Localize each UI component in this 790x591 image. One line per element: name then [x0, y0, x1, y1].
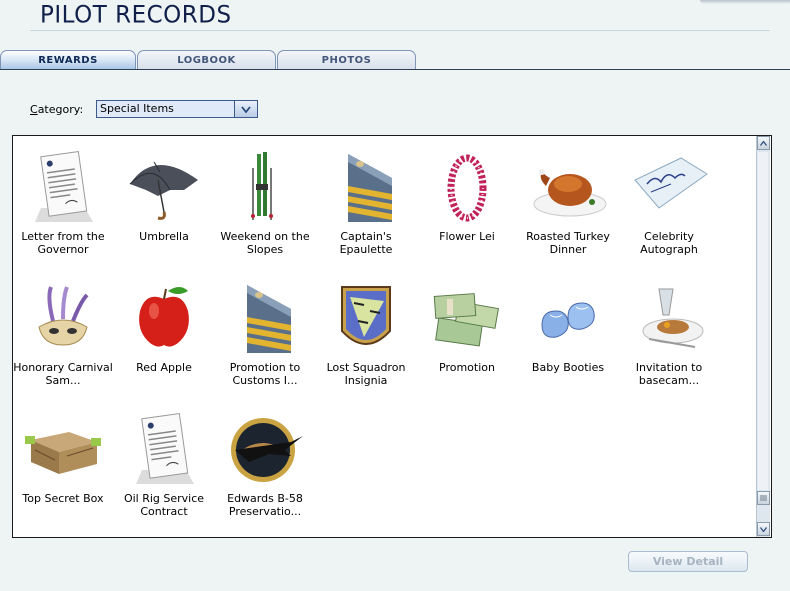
reward-item[interactable]: Letter from the Governor: [13, 150, 113, 256]
tab-logbook[interactable]: LOGBOOK: [137, 50, 276, 69]
reward-label: Baby Booties: [531, 361, 605, 374]
reward-label: Celebrity Autograph: [640, 230, 698, 256]
b58-badge-icon: [231, 418, 303, 482]
reward-label: Oil Rig Service Contract: [123, 492, 205, 518]
reward-item[interactable]: Roasted Turkey Dinner: [518, 150, 618, 256]
page-title: PILOT RECORDS: [40, 1, 232, 29]
reward-item[interactable]: Weekend on the Slopes: [215, 150, 315, 256]
reward-item[interactable]: Lost Squadron Insignia: [316, 281, 416, 387]
reward-item[interactable]: Promotion: [417, 281, 517, 374]
reward-item[interactable]: Honorary Carnival Sam...: [13, 281, 113, 387]
reward-label: Captain's Epaulette: [339, 230, 393, 256]
umbrella-icon: [129, 161, 198, 220]
crate-icon: [25, 432, 101, 474]
chevron-down-icon: [760, 526, 767, 532]
scroll-down-button[interactable]: [757, 522, 770, 536]
category-select[interactable]: Special Items: [96, 100, 258, 118]
tab-photos[interactable]: PHOTOS: [277, 50, 416, 69]
reward-label: Weekend on the Slopes: [220, 230, 310, 256]
reward-item[interactable]: Oil Rig Service Contract: [114, 412, 214, 518]
reward-item[interactable]: Invitation to basecam...: [619, 281, 719, 387]
skis-icon: [251, 152, 273, 220]
tab-bar: REWARDS LOGBOOK PHOTOS: [0, 50, 790, 70]
flower-lei-icon: [447, 154, 487, 222]
reward-item[interactable]: Red Apple: [114, 281, 214, 374]
epaulette-icon: [247, 285, 291, 353]
reward-label: Top Secret Box: [22, 492, 104, 505]
reward-label: Invitation to basecam...: [635, 361, 703, 387]
carnival-mask-icon: [38, 286, 89, 346]
autograph-icon: [634, 157, 708, 209]
grip-icon: [760, 495, 767, 501]
reward-item[interactable]: Flower Lei: [417, 150, 517, 243]
window-corner: [700, 0, 790, 4]
reward-label: Promotion to Customs I...: [229, 361, 301, 387]
reward-item[interactable]: Umbrella: [114, 150, 214, 243]
reward-item[interactable]: Edwards B-58 Preservatio...: [215, 412, 315, 518]
letter-icon: [35, 150, 93, 222]
reward-item[interactable]: Celebrity Autograph: [619, 150, 719, 256]
view-detail-button[interactable]: View Detail: [628, 551, 748, 572]
reward-label: Promotion: [439, 361, 495, 374]
reward-item[interactable]: Baby Booties: [518, 281, 618, 374]
scroll-up-button[interactable]: [757, 136, 770, 150]
dropdown-button[interactable]: [234, 101, 257, 117]
epaulette-icon: [348, 154, 392, 222]
vertical-scrollbar[interactable]: [756, 136, 770, 537]
tab-rewards[interactable]: REWARDS: [0, 50, 136, 69]
title-bar: PILOT RECORDS: [0, 0, 790, 31]
reward-label: Lost Squadron Insignia: [326, 361, 406, 387]
reward-label: Honorary Carnival Sam...: [13, 361, 113, 387]
reward-label: Roasted Turkey Dinner: [526, 230, 610, 256]
category-label: Category:: [30, 103, 84, 116]
letter-icon: [136, 412, 194, 484]
squadron-insignia-icon: [341, 286, 391, 345]
reward-label: Letter from the Governor: [21, 230, 105, 256]
scroll-thumb-bottom[interactable]: [757, 491, 770, 505]
reward-label: Edwards B-58 Preservatio...: [227, 492, 303, 518]
scroll-track[interactable]: [758, 152, 768, 490]
tab-underline: [0, 69, 790, 70]
reward-item[interactable]: Captain's Epaulette: [316, 150, 416, 256]
chevron-up-icon: [760, 140, 767, 146]
title-divider: [30, 30, 770, 31]
reward-item[interactable]: Promotion to Customs I...: [215, 281, 315, 387]
reward-item[interactable]: Top Secret Box: [13, 412, 113, 505]
money-stack-icon: [433, 293, 500, 347]
food-plate-icon: [642, 288, 704, 348]
reward-label: Umbrella: [139, 230, 189, 243]
booties-icon: [541, 302, 595, 338]
chevron-down-icon: [241, 105, 251, 113]
reward-label: Red Apple: [136, 361, 192, 374]
rewards-panel: Letter from the Governor Umbrella Weeken…: [12, 135, 772, 538]
apple-icon: [139, 287, 189, 347]
turkey-icon: [533, 169, 607, 217]
reward-label: Flower Lei: [439, 230, 495, 243]
category-selected-value: Special Items: [100, 102, 174, 115]
